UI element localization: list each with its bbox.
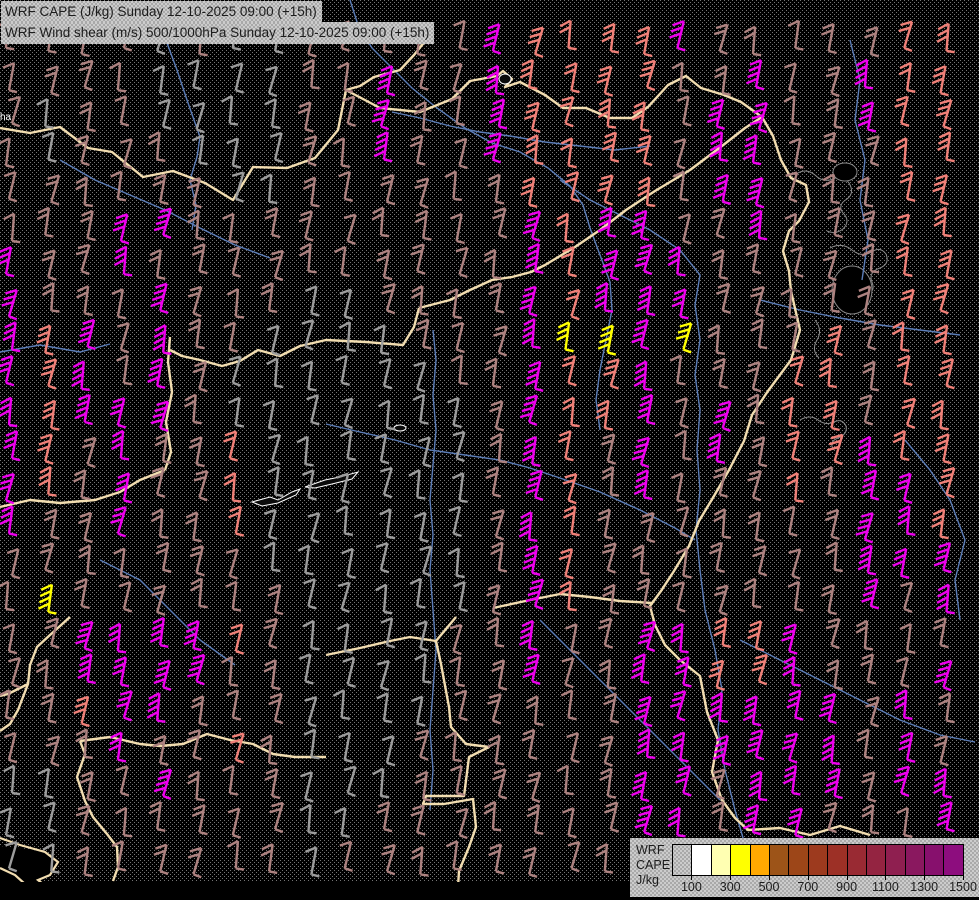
legend-swatch-12 xyxy=(905,845,926,875)
map-title-windshear: WRF Wind shear (m/s) 500/1000hPa Sunday … xyxy=(1,22,434,44)
wrf-weather-map-screen: WRF CAPE (J/kg) Sunday 12-10-2025 09:00 … xyxy=(0,0,979,900)
legend-swatch-9 xyxy=(847,845,867,875)
city-label: ha xyxy=(0,112,12,123)
legend-tick-label: 500 xyxy=(758,880,780,894)
legend-swatch-3 xyxy=(731,845,751,875)
legend-tick-label: 700 xyxy=(797,880,819,894)
legend-label-line1: WRF xyxy=(636,843,665,857)
legend-tick-label: 300 xyxy=(719,880,741,894)
legend-tick-label: 100 xyxy=(680,880,702,894)
cape-legend: WRF CAPE J/kg 100 300 500 700 900 1100 1300 150… xyxy=(630,838,979,897)
legend-swatch-8 xyxy=(828,845,848,875)
small-lake-marker xyxy=(498,73,512,85)
legend-swatch-13 xyxy=(925,845,945,875)
legend-tick-label: 1300 xyxy=(910,880,939,894)
legend-label-line2: CAPE xyxy=(636,858,671,872)
map-title-cape: WRF CAPE (J/kg) Sunday 12-10-2025 09:00 … xyxy=(1,1,322,22)
legend-tick-label: 1500 xyxy=(949,880,977,894)
legend-swatch-14 xyxy=(944,845,963,875)
legend-tick-label: 900 xyxy=(836,880,858,894)
legend-swatch-10 xyxy=(866,845,887,875)
legend-swatch-6 xyxy=(789,845,809,875)
legend-swatch-2 xyxy=(711,845,732,875)
legend-swatch-11 xyxy=(886,845,906,875)
legend-colorbar xyxy=(672,844,964,876)
legend-label-line3: J/kg xyxy=(636,873,659,887)
legend-swatch-5 xyxy=(769,845,790,875)
legend-swatch-0 xyxy=(673,845,693,875)
legend-swatch-4 xyxy=(750,845,770,875)
legend-swatch-7 xyxy=(808,845,829,875)
legend-swatch-1 xyxy=(692,845,712,875)
legend-label: WRF CAPE J/kg xyxy=(636,843,670,888)
legend-tick-label: 1100 xyxy=(871,880,899,894)
legend-tick-labels: 100 300 500 700 900 1100 1300 1500 xyxy=(672,880,977,896)
weather-map xyxy=(0,0,979,900)
